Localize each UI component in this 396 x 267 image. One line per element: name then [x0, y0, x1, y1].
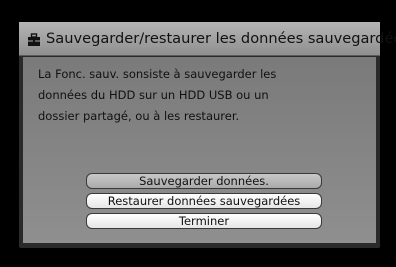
description-line: données du HDD sur un HDD USB ou un [38, 88, 269, 102]
description-line: dossier partagé, ou à les restaurer. [38, 109, 240, 123]
restore-data-button[interactable]: Restaurer données sauvegardées [86, 193, 322, 209]
toolbox-icon [27, 32, 41, 46]
dialog-title: Sauvegarder/restaurer les données sauveg… [46, 30, 396, 47]
tv-screen: Sauvegarder/restaurer les données sauveg… [0, 0, 396, 267]
save-data-button[interactable]: Sauvegarder données. [86, 173, 322, 189]
description-line: La Fonc. sauv. sonsiste à sauvegarder le… [38, 67, 277, 81]
dialog-description: La Fonc. sauv. sonsiste à sauvegarder le… [38, 64, 338, 127]
finish-button[interactable]: Terminer [86, 213, 322, 229]
dialog-title-bar: Sauvegarder/restaurer les données sauveg… [19, 22, 396, 56]
